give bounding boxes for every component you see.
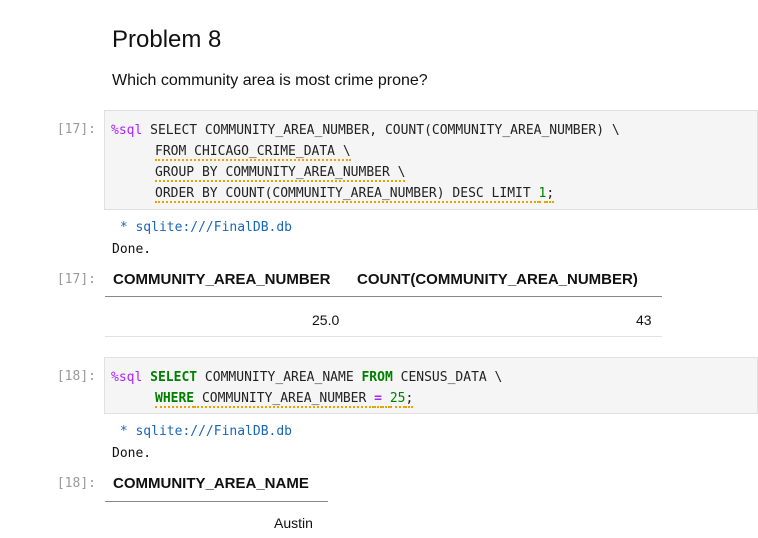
input-prompt-18: [18]: xyxy=(56,369,96,384)
code-line-2: FROM CHICAGO_CRIME_DATA \ xyxy=(155,141,351,162)
output-connection-18: * sqlite:///FinalDB.db xyxy=(112,424,292,439)
sql-keyword: WHERE xyxy=(155,391,195,408)
code-line-1: %sql SELECT COMMUNITY_AREA_NAME FROM CEN… xyxy=(111,367,502,388)
code-line-2: WHERE COMMUNITY_AREA_NUMBER = 25; xyxy=(155,388,414,409)
code-line-3: GROUP BY COMMUNITY_AREA_NUMBER \ xyxy=(155,162,406,183)
table-header: COUNT(COMMUNITY_AREA_NUMBER) xyxy=(357,271,638,288)
table-cell: 25.0 xyxy=(312,312,340,328)
output-prompt-17: [17]: xyxy=(56,272,96,287)
code-number: 25 xyxy=(389,391,406,408)
code-text: SELECT COMMUNITY_AREA_NUMBER, COUNT(COMM… xyxy=(142,123,620,138)
code-text: FROM CHICAGO_CRIME_DATA \ xyxy=(155,144,351,161)
code-text xyxy=(381,391,390,408)
code-line-1: %sql SELECT COMMUNITY_AREA_NUMBER, COUNT… xyxy=(111,120,620,141)
code-text: ; xyxy=(405,391,414,408)
table-cell: Austin xyxy=(274,515,313,531)
code-cell-18[interactable]: %sql SELECT COMMUNITY_AREA_NAME FROM CEN… xyxy=(104,357,758,414)
output-prompt-18: [18]: xyxy=(56,476,96,491)
output-connection-17: * sqlite:///FinalDB.db xyxy=(112,220,292,235)
connection-link[interactable]: * sqlite:///FinalDB.db xyxy=(112,424,292,439)
code-text: CENSUS_DATA \ xyxy=(392,370,503,385)
table-header-rule xyxy=(105,501,328,502)
table-header: COMMUNITY_AREA_NUMBER xyxy=(113,271,331,288)
sql-keyword: SELECT xyxy=(150,370,198,385)
output-done-18: Done. xyxy=(112,446,152,461)
output-done-17: Done. xyxy=(112,242,152,257)
code-text: COMMUNITY_AREA_NAME xyxy=(197,370,362,385)
sql-magic: %sql xyxy=(111,370,143,385)
problem-heading: Problem 8 xyxy=(112,26,222,53)
table-row-divider xyxy=(105,336,662,337)
input-prompt-17: [17]: xyxy=(56,122,96,137)
table-cell: 43 xyxy=(636,312,652,328)
code-text: ORDER BY COUNT(COMMUNITY_AREA_NUMBER) DE… xyxy=(155,186,539,203)
code-operator: = xyxy=(374,391,382,408)
connection-link[interactable]: * sqlite:///FinalDB.db xyxy=(112,220,292,235)
sql-magic: %sql xyxy=(111,123,143,138)
problem-question: Which community area is most crime prone… xyxy=(112,72,428,89)
code-text: GROUP BY COMMUNITY_AREA_NUMBER \ xyxy=(155,165,406,182)
code-cell-17[interactable]: %sql SELECT COMMUNITY_AREA_NUMBER, COUNT… xyxy=(104,110,758,210)
code-text: ; xyxy=(546,186,555,203)
table-header: COMMUNITY_AREA_NAME xyxy=(113,475,309,492)
table-header-rule xyxy=(105,296,662,297)
sql-keyword: FROM xyxy=(361,370,393,385)
code-line-4: ORDER BY COUNT(COMMUNITY_AREA_NUMBER) DE… xyxy=(155,183,555,204)
code-text: COMMUNITY_AREA_NUMBER xyxy=(194,391,375,408)
